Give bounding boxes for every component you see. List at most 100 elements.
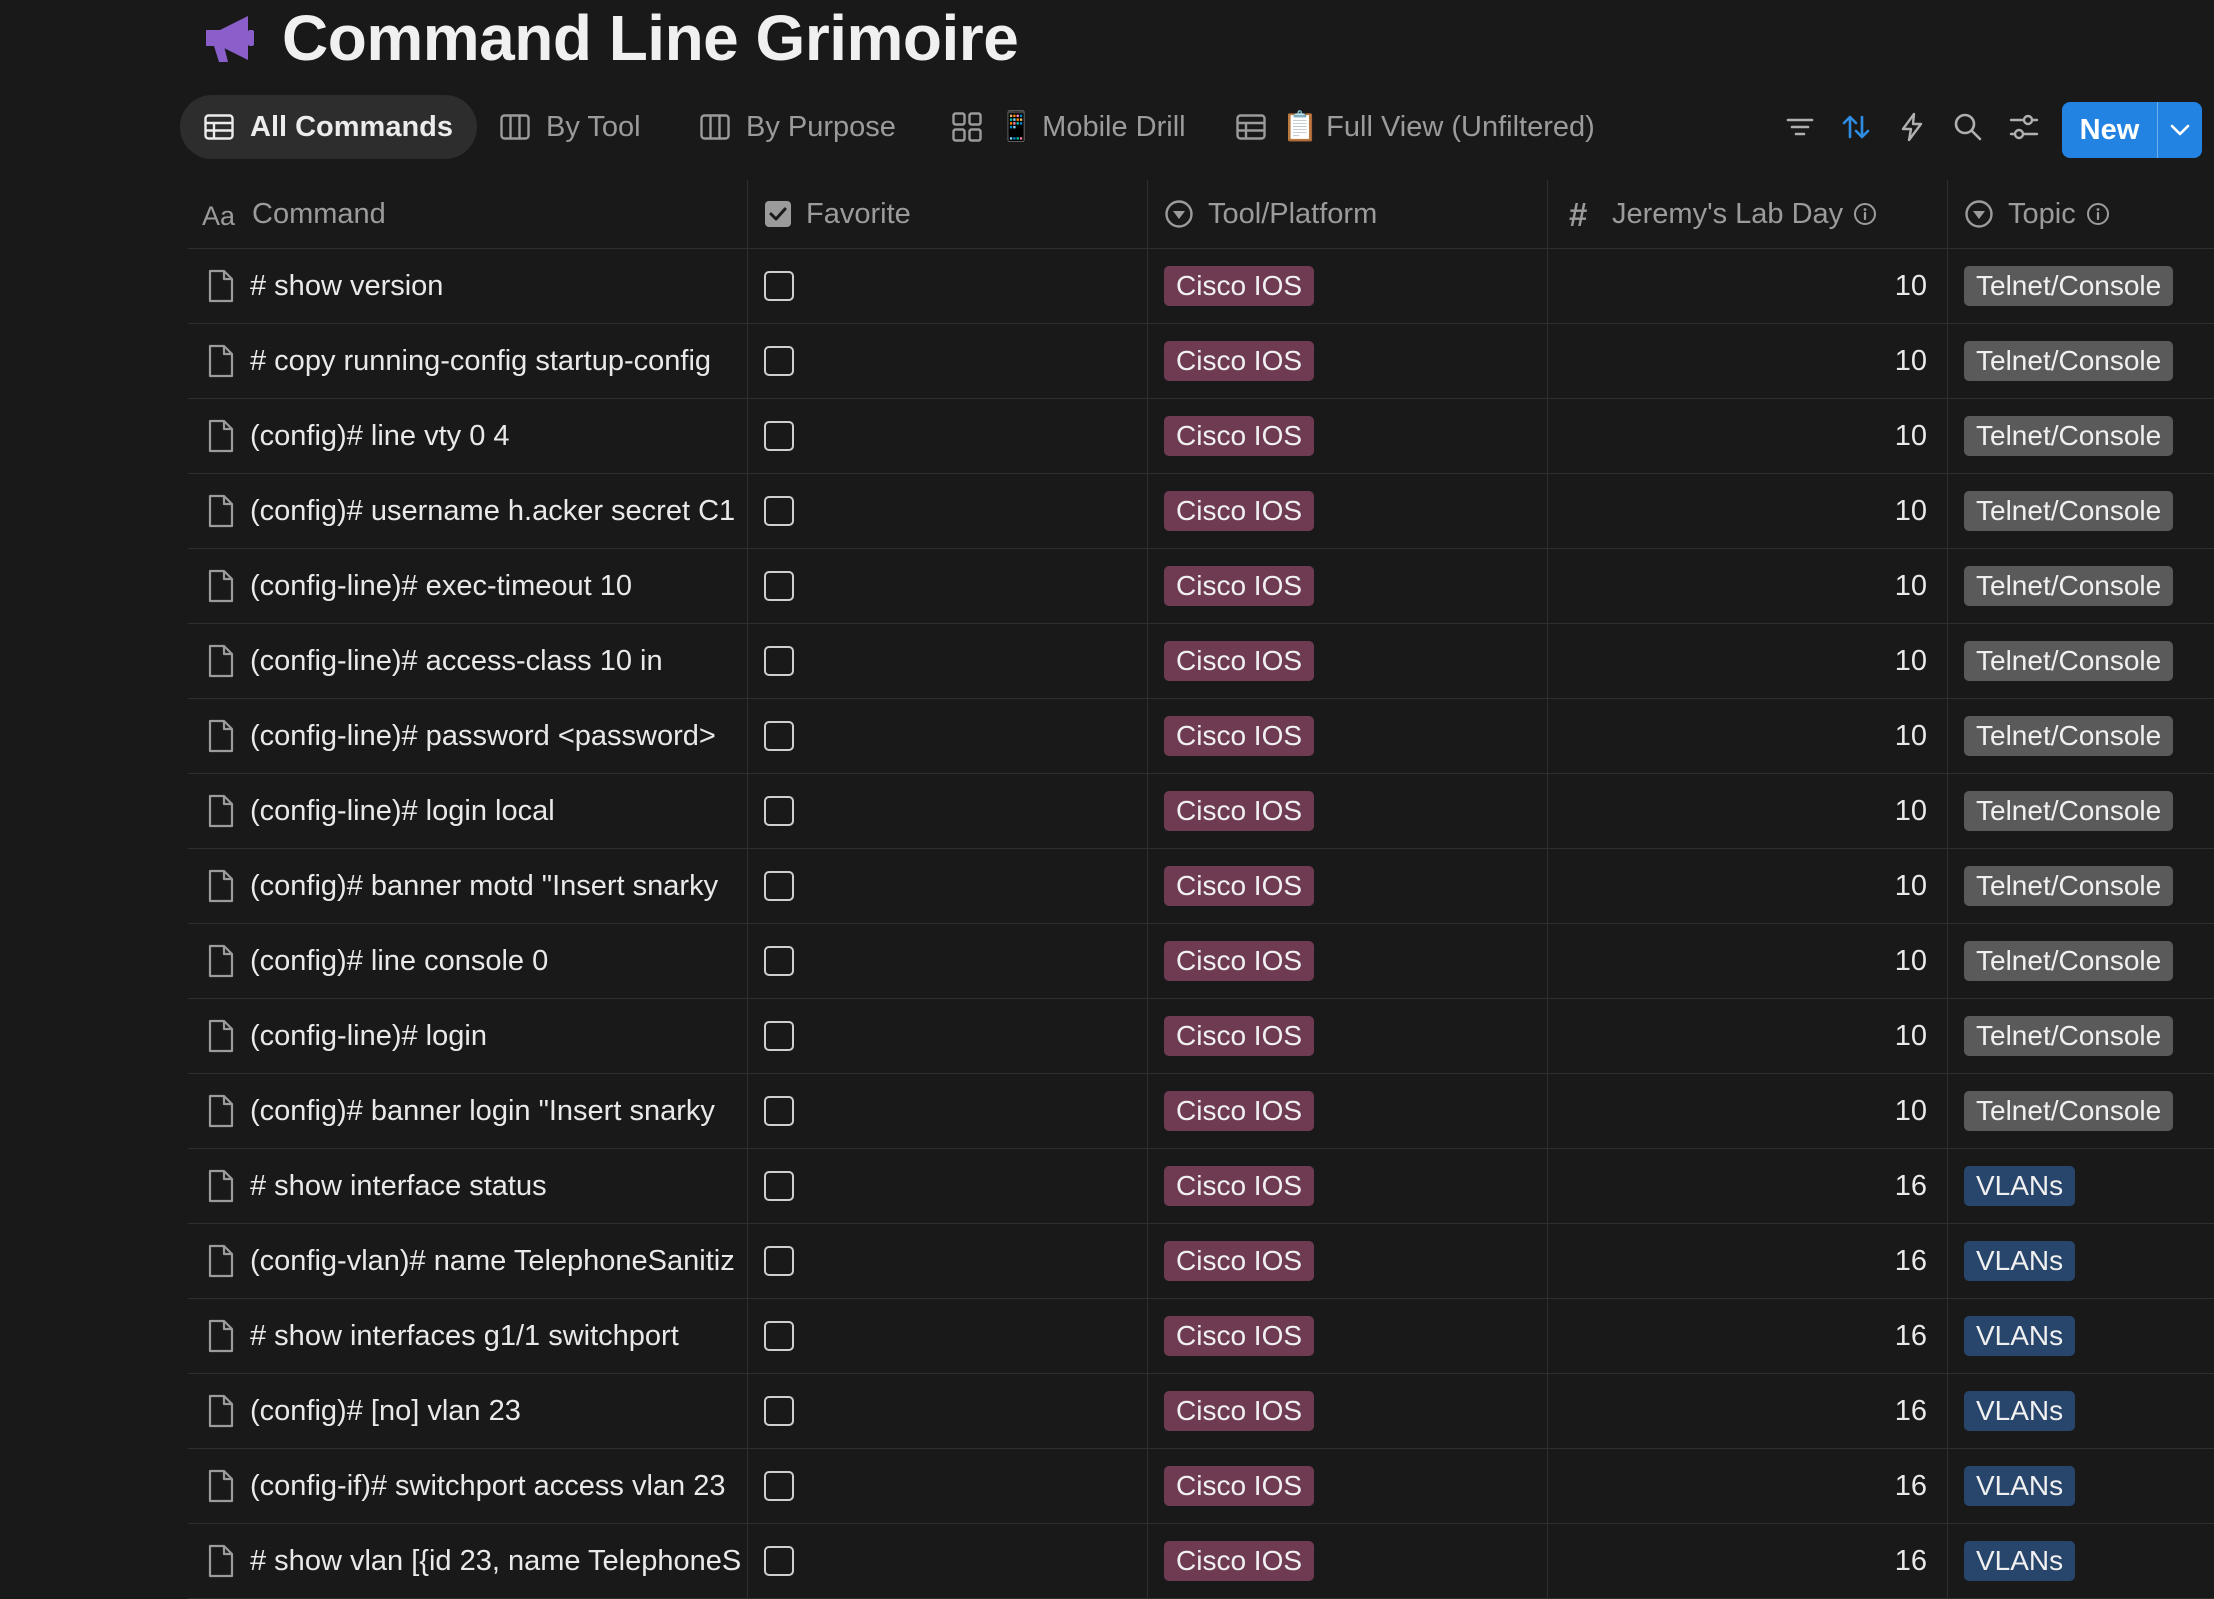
tab-by-tool[interactable]: By Tool — [500, 95, 641, 159]
topic-cell[interactable]: Telnet/Console — [1948, 1074, 2214, 1148]
chevron-down-icon[interactable] — [2158, 102, 2202, 158]
favorite-checkbox[interactable] — [764, 346, 794, 376]
page-title[interactable]: Command Line Grimoire — [282, 6, 1019, 70]
favorite-checkbox[interactable] — [764, 721, 794, 751]
favorite-checkbox[interactable] — [764, 796, 794, 826]
document-icon[interactable] — [208, 1094, 234, 1128]
command-cell[interactable]: (config-vlan)# name TelephoneSanitiz — [188, 1224, 748, 1298]
lab-day-cell[interactable]: 10 — [1548, 924, 1948, 998]
tool-platform-cell[interactable]: Cisco IOS — [1148, 324, 1548, 398]
lab-day-cell[interactable]: 16 — [1548, 1524, 1948, 1598]
topic-cell[interactable]: Telnet/Console — [1948, 549, 2214, 623]
new-button-label[interactable]: New — [2062, 102, 2158, 158]
topic-cell[interactable]: Telnet/Console — [1948, 849, 2214, 923]
tool-platform-cell[interactable]: Cisco IOS — [1148, 549, 1548, 623]
column-header-lab-day[interactable]: # Jeremy's Lab Day — [1548, 180, 1948, 248]
lab-day-cell[interactable]: 10 — [1548, 849, 1948, 923]
document-icon[interactable] — [208, 1469, 234, 1503]
favorite-checkbox[interactable] — [764, 946, 794, 976]
command-cell[interactable]: # copy running-config startup-config — [188, 324, 748, 398]
tool-platform-cell[interactable]: Cisco IOS — [1148, 924, 1548, 998]
table-row[interactable]: (config)# [no] vlan 23 Cisco IOS 16 VLAN… — [188, 1374, 2214, 1449]
favorite-checkbox[interactable] — [764, 1021, 794, 1051]
favorite-checkbox[interactable] — [764, 496, 794, 526]
lightning-icon[interactable] — [1894, 109, 1930, 145]
megaphone-icon[interactable] — [200, 8, 260, 68]
topic-cell[interactable]: VLANs — [1948, 1224, 2214, 1298]
tool-platform-cell[interactable]: Cisco IOS — [1148, 474, 1548, 548]
document-icon[interactable] — [208, 869, 234, 903]
tool-platform-cell[interactable]: Cisco IOS — [1148, 849, 1548, 923]
info-icon[interactable] — [1853, 202, 1877, 226]
table-row[interactable]: (config-line)# exec-timeout 10 Cisco IOS… — [188, 549, 2214, 624]
table-row[interactable]: (config)# banner motd "Insert snarky Cis… — [188, 849, 2214, 924]
document-icon[interactable] — [208, 644, 234, 678]
info-icon[interactable] — [2086, 202, 2110, 226]
table-row[interactable]: (config-line)# password <password> Cisco… — [188, 699, 2214, 774]
lab-day-cell[interactable]: 16 — [1548, 1224, 1948, 1298]
command-cell[interactable]: (config-line)# login — [188, 999, 748, 1073]
lab-day-cell[interactable]: 10 — [1548, 474, 1948, 548]
favorite-checkbox[interactable] — [764, 1096, 794, 1126]
table-row[interactable]: # show vlan [{id 23, name TelephoneS Cis… — [188, 1524, 2214, 1599]
topic-cell[interactable]: Telnet/Console — [1948, 774, 2214, 848]
lab-day-cell[interactable]: 10 — [1548, 624, 1948, 698]
tab-all-commands[interactable]: All Commands — [180, 95, 478, 159]
command-cell[interactable]: (config)# banner login "Insert snarky — [188, 1074, 748, 1148]
table-row[interactable]: (config-line)# login local Cisco IOS 10 … — [188, 774, 2214, 849]
topic-cell[interactable]: Telnet/Console — [1948, 699, 2214, 773]
tool-platform-cell[interactable]: Cisco IOS — [1148, 249, 1548, 323]
favorite-checkbox[interactable] — [764, 1396, 794, 1426]
favorite-checkbox[interactable] — [764, 1471, 794, 1501]
lab-day-cell[interactable]: 10 — [1548, 699, 1948, 773]
settings-icon[interactable] — [2006, 109, 2042, 145]
tool-platform-cell[interactable]: Cisco IOS — [1148, 774, 1548, 848]
document-icon[interactable] — [208, 1169, 234, 1203]
table-row[interactable]: (config-line)# login Cisco IOS 10 Telnet… — [188, 999, 2214, 1074]
document-icon[interactable] — [208, 494, 234, 528]
command-cell[interactable]: (config)# line console 0 — [188, 924, 748, 998]
topic-cell[interactable]: Telnet/Console — [1948, 249, 2214, 323]
lab-day-cell[interactable]: 10 — [1548, 999, 1948, 1073]
topic-cell[interactable]: VLANs — [1948, 1149, 2214, 1223]
favorite-checkbox[interactable] — [764, 271, 794, 301]
lab-day-cell[interactable]: 10 — [1548, 774, 1948, 848]
table-row[interactable]: (config-vlan)# name TelephoneSanitiz Cis… — [188, 1224, 2214, 1299]
command-cell[interactable]: (config)# banner motd "Insert snarky — [188, 849, 748, 923]
tool-platform-cell[interactable]: Cisco IOS — [1148, 1074, 1548, 1148]
column-header-tool-platform[interactable]: Tool/Platform — [1148, 180, 1548, 248]
favorite-checkbox[interactable] — [764, 871, 794, 901]
sort-icon[interactable] — [1838, 109, 1874, 145]
table-row[interactable]: (config)# line vty 0 4 Cisco IOS 10 Teln… — [188, 399, 2214, 474]
command-cell[interactable]: (config-if)# switchport access vlan 23 — [188, 1449, 748, 1523]
document-icon[interactable] — [208, 794, 234, 828]
command-cell[interactable]: (config-line)# access-class 10 in — [188, 624, 748, 698]
favorite-checkbox[interactable] — [764, 1321, 794, 1351]
topic-cell[interactable]: VLANs — [1948, 1449, 2214, 1523]
tab-full-view[interactable]: 📋 Full View (Unfiltered) — [1236, 95, 1595, 159]
favorite-checkbox[interactable] — [764, 1246, 794, 1276]
tool-platform-cell[interactable]: Cisco IOS — [1148, 1374, 1548, 1448]
document-icon[interactable] — [208, 269, 234, 303]
new-button[interactable]: New — [2062, 102, 2202, 158]
document-icon[interactable] — [208, 1394, 234, 1428]
document-icon[interactable] — [208, 1544, 234, 1578]
table-row[interactable]: (config-if)# switchport access vlan 23 C… — [188, 1449, 2214, 1524]
tab-by-purpose[interactable]: By Purpose — [700, 95, 896, 159]
command-cell[interactable]: # show interfaces g1/1 switchport — [188, 1299, 748, 1373]
document-icon[interactable] — [208, 1019, 234, 1053]
topic-cell[interactable]: Telnet/Console — [1948, 324, 2214, 398]
command-cell[interactable]: (config-line)# password <password> — [188, 699, 748, 773]
document-icon[interactable] — [208, 944, 234, 978]
tool-platform-cell[interactable]: Cisco IOS — [1148, 1524, 1548, 1598]
tool-platform-cell[interactable]: Cisco IOS — [1148, 699, 1548, 773]
tool-platform-cell[interactable]: Cisco IOS — [1148, 399, 1548, 473]
lab-day-cell[interactable]: 10 — [1548, 249, 1948, 323]
search-icon[interactable] — [1950, 109, 1986, 145]
topic-cell[interactable]: VLANs — [1948, 1374, 2214, 1448]
document-icon[interactable] — [208, 419, 234, 453]
lab-day-cell[interactable]: 16 — [1548, 1299, 1948, 1373]
favorite-checkbox[interactable] — [764, 1171, 794, 1201]
tab-mobile-drill[interactable]: 📱 Mobile Drill — [952, 95, 1186, 159]
lab-day-cell[interactable]: 16 — [1548, 1449, 1948, 1523]
